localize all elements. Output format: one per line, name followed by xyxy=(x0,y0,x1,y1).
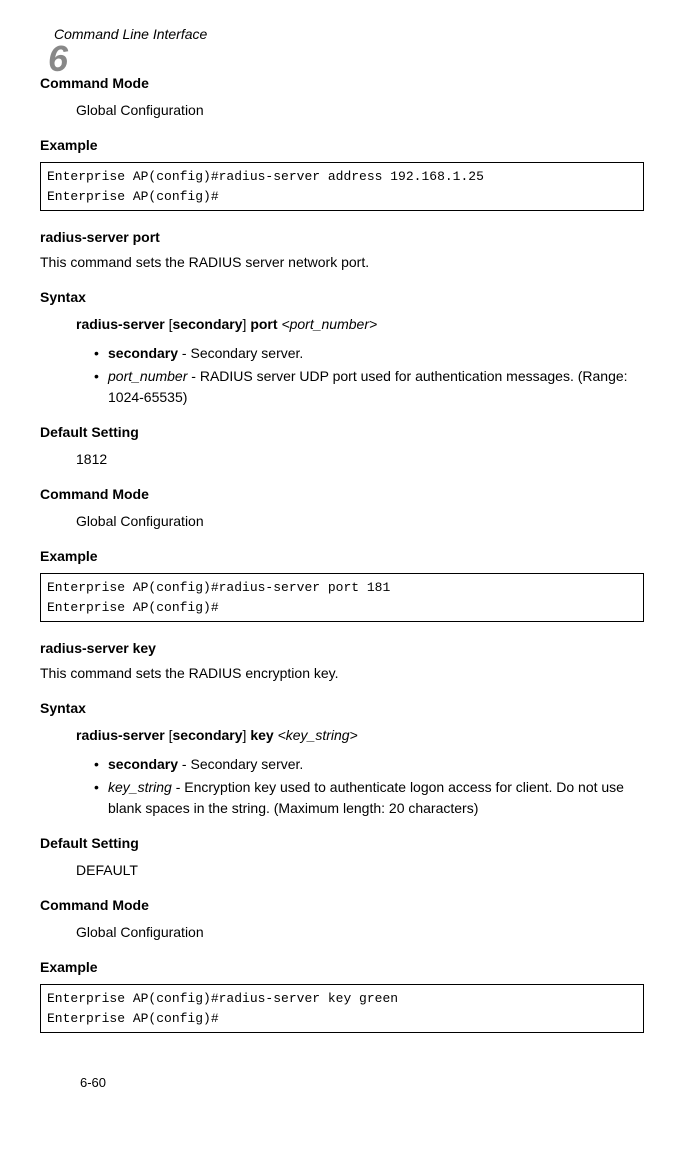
bullet-key-2-rest: - Encryption key used to authenticate lo… xyxy=(108,779,624,816)
radius-port-title: radius-server port xyxy=(40,227,644,248)
bullet-list-key: secondary - Secondary server. key_string… xyxy=(94,754,644,819)
bullet-port-1-rest: - Secondary server. xyxy=(178,345,303,361)
bullet-key-1-rest: - Secondary server. xyxy=(178,756,303,772)
default-setting-heading-1: Default Setting xyxy=(40,422,644,443)
syntax-cmd2-port: port xyxy=(250,316,277,332)
bullet-port-1-bold: secondary xyxy=(108,345,178,361)
global-config-1: Global Configuration xyxy=(76,100,644,121)
code-block-3: Enterprise AP(config)#radius-server key … xyxy=(40,984,644,1033)
radius-port-desc: This command sets the RADIUS server netw… xyxy=(40,252,644,273)
syntax-cmd2-key: key xyxy=(250,727,273,743)
page-number: 6-60 xyxy=(80,1073,106,1093)
command-mode-heading-3: Command Mode xyxy=(40,895,644,916)
global-config-2: Global Configuration xyxy=(76,511,644,532)
bullet-key-1-bold: secondary xyxy=(108,756,178,772)
bullet-port-2: port_number - RADIUS server UDP port use… xyxy=(94,366,644,408)
command-mode-heading-2: Command Mode xyxy=(40,484,644,505)
syntax-cmd1-port: radius-server xyxy=(76,316,165,332)
syntax-line-port: radius-server [secondary] port <port_num… xyxy=(76,314,644,335)
syntax-opt-port: secondary xyxy=(173,316,243,332)
syntax-arg-port: <port_number> xyxy=(281,316,377,332)
syntax-opt-key: secondary xyxy=(173,727,243,743)
syntax-heading-2: Syntax xyxy=(40,698,644,719)
radius-key-title: radius-server key xyxy=(40,638,644,659)
bullet-key-2-italic: key_string xyxy=(108,779,172,795)
bullet-key-2: key_string - Encryption key used to auth… xyxy=(94,777,644,819)
syntax-arg-key: <key_string> xyxy=(278,727,358,743)
code-block-1: Enterprise AP(config)#radius-server addr… xyxy=(40,162,644,211)
default-setting-heading-2: Default Setting xyxy=(40,833,644,854)
bullet-port-2-italic: port_number xyxy=(108,368,187,384)
default-value-port: 1812 xyxy=(76,449,644,470)
syntax-cmd1-key: radius-server xyxy=(76,727,165,743)
chapter-number: 6 xyxy=(48,32,68,86)
syntax-line-key: radius-server [secondary] key <key_strin… xyxy=(76,725,644,746)
example-heading-3: Example xyxy=(40,957,644,978)
syntax-heading-1: Syntax xyxy=(40,287,644,308)
command-mode-heading-1: Command Mode xyxy=(40,73,644,94)
bullet-port-1: secondary - Secondary server. xyxy=(94,343,644,364)
default-value-key: DEFAULT xyxy=(76,860,644,881)
chapter-title: Command Line Interface xyxy=(54,24,644,45)
code-block-2: Enterprise AP(config)#radius-server port… xyxy=(40,573,644,622)
bullet-list-port: secondary - Secondary server. port_numbe… xyxy=(94,343,644,408)
example-heading-1: Example xyxy=(40,135,644,156)
bullet-key-1: secondary - Secondary server. xyxy=(94,754,644,775)
example-heading-2: Example xyxy=(40,546,644,567)
global-config-3: Global Configuration xyxy=(76,922,644,943)
radius-key-desc: This command sets the RADIUS encryption … xyxy=(40,663,644,684)
